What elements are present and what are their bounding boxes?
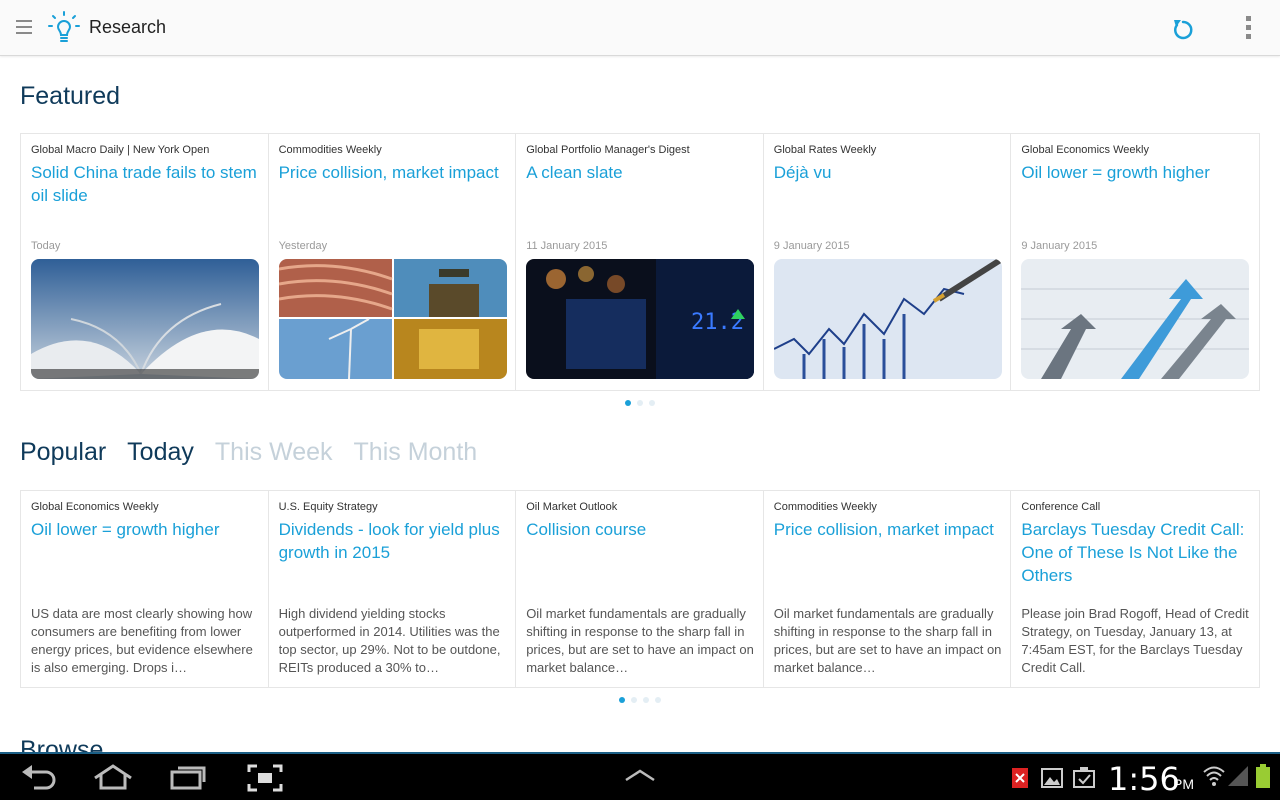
card-title[interactable]: Barclays Tuesday Credit Call: One of The… (1021, 518, 1249, 587)
popular-heading: Popular (20, 438, 107, 466)
page-dot-active[interactable] (625, 400, 631, 406)
screenshot-icon[interactable] (247, 764, 283, 792)
page-dot[interactable] (643, 697, 649, 703)
page-dot-active[interactable] (619, 697, 625, 703)
pen-on-chart-image (773, 259, 1002, 379)
card-title[interactable]: Oil lower = growth higher (1021, 161, 1249, 184)
popular-card[interactable]: Conference Call Barclays Tuesday Credit … (1011, 491, 1259, 687)
page-dot[interactable] (631, 697, 637, 703)
battery-icon (1256, 764, 1270, 788)
card-source: Global Rates Weekly (773, 144, 877, 156)
card-summary: US data are most clearly showing how con… (31, 606, 253, 675)
overflow-menu-icon[interactable] (1243, 16, 1253, 42)
lightbulb-logo-icon (48, 11, 80, 42)
card-title[interactable]: Price collision, market impact (279, 161, 506, 184)
open-book-image (31, 259, 259, 379)
stock-ticker-board-image: 21.2 (526, 259, 755, 379)
system-navigation-bar: 1:56 PM (0, 752, 1280, 800)
commodities-collage-image (278, 259, 507, 379)
card-source: Global Portfolio Manager's Digest (526, 144, 690, 156)
card-title[interactable]: Oil lower = growth higher (31, 518, 258, 541)
card-title[interactable]: Collision course (526, 518, 753, 541)
featured-card[interactable]: Commodities Weekly Price collision, mark… (269, 134, 517, 390)
card-source: Commodities Weekly (773, 501, 877, 513)
popular-header: Popular Today This Week This Month (20, 438, 498, 467)
card-summary: Please join Brad Rogoff, Head of Credit … (1021, 606, 1249, 675)
card-title[interactable]: A clean slate (526, 161, 753, 184)
popular-card[interactable]: Oil Market Outlook Collision course Oil … (516, 491, 764, 687)
card-summary: High dividend yielding stocks outperform… (278, 606, 501, 675)
signal-icon (1228, 766, 1248, 786)
card-source: U.S. Equity Strategy (278, 501, 378, 513)
clock-ampm: PM (1173, 776, 1194, 792)
pdf-notification-icon[interactable] (1012, 768, 1028, 788)
card-source: Commodities Weekly (278, 144, 382, 156)
card-source: Oil Market Outlook (526, 501, 618, 513)
featured-card[interactable]: Global Macro Daily | New York Open Solid… (21, 134, 269, 390)
card-source: Global Macro Daily | New York Open (31, 144, 210, 156)
app-title: Research (89, 17, 167, 37)
back-icon[interactable] (20, 764, 58, 790)
tab-this-month[interactable]: This Month (354, 438, 478, 467)
card-title[interactable]: Déjà vu (774, 161, 1001, 184)
popular-carousel: Global Economics Weekly Oil lower = grow… (20, 490, 1260, 688)
menu-icon[interactable] (16, 20, 32, 36)
card-source: Global Economics Weekly (31, 501, 159, 513)
browse-heading: Browse (20, 736, 104, 752)
card-date: Today (31, 240, 61, 252)
chevron-up-icon[interactable] (624, 768, 656, 784)
card-date: 9 January 2015 (773, 240, 850, 252)
clipboard-check-icon[interactable] (1072, 766, 1096, 788)
popular-card[interactable]: U.S. Equity Strategy Dividends - look fo… (269, 491, 517, 687)
card-source: Global Economics Weekly (1021, 144, 1149, 156)
card-title[interactable]: Solid China trade fails to stem oil slid… (31, 161, 258, 207)
wifi-icon (1203, 766, 1225, 786)
card-date: 11 January 2015 (526, 240, 608, 252)
card-date: Yesterday (278, 240, 328, 252)
popular-card[interactable]: Commodities Weekly Price collision, mark… (764, 491, 1012, 687)
app-bar: Research (0, 0, 1280, 56)
featured-card[interactable]: Global Economics Weekly Oil lower = grow… (1011, 134, 1259, 390)
featured-heading: Featured (20, 82, 121, 110)
popular-card[interactable]: Global Economics Weekly Oil lower = grow… (21, 491, 269, 687)
page-dot[interactable] (649, 400, 655, 406)
card-title[interactable]: Dividends - look for yield plus growth i… (279, 518, 506, 564)
featured-carousel: Global Macro Daily | New York Open Solid… (20, 133, 1260, 391)
rising-arrows-image (1021, 259, 1250, 379)
card-summary: Oil market fundamentals are gradually sh… (526, 606, 754, 675)
card-summary: Oil market fundamentals are gradually sh… (773, 606, 1002, 675)
tab-today[interactable]: Today (127, 438, 194, 467)
refresh-icon[interactable] (1170, 16, 1196, 42)
image-notification-icon[interactable] (1041, 768, 1063, 788)
featured-page-indicator (625, 400, 655, 406)
recent-apps-icon[interactable] (170, 764, 206, 790)
featured-card[interactable]: Global Portfolio Manager's Digest A clea… (516, 134, 764, 390)
card-date: 9 January 2015 (1021, 240, 1098, 252)
page-dot[interactable] (637, 400, 643, 406)
clock-time: 1:56 (1108, 760, 1180, 798)
page-dot[interactable] (655, 697, 661, 703)
card-source: Conference Call (1021, 501, 1101, 513)
popular-page-indicator (619, 697, 661, 703)
home-icon[interactable] (92, 764, 134, 790)
featured-card[interactable]: Global Rates Weekly Déjà vu 9 January 20… (764, 134, 1012, 390)
card-title[interactable]: Price collision, market impact (774, 518, 1001, 541)
tab-this-week[interactable]: This Week (215, 438, 333, 467)
